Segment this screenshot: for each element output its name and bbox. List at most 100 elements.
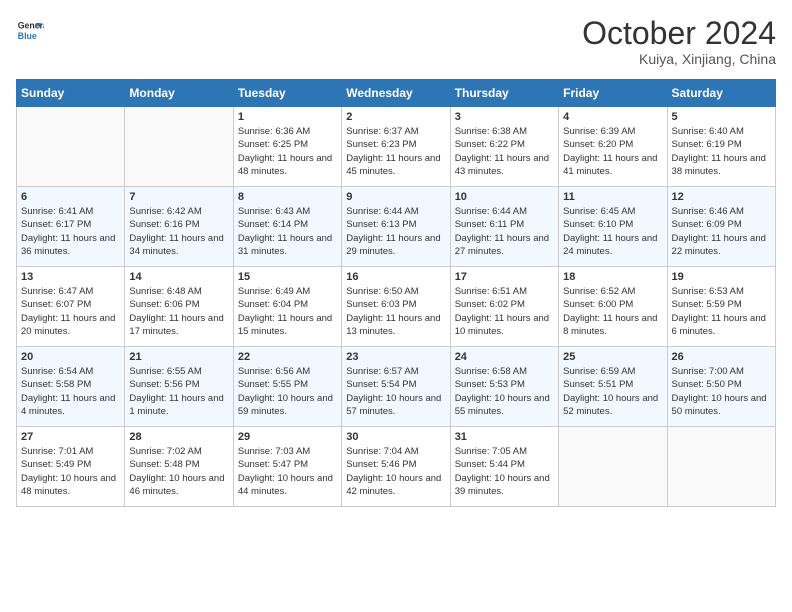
day-number: 27	[21, 431, 120, 443]
calendar-cell: 21 Sunrise: 6:55 AM Sunset: 5:56 PM Dayl…	[125, 347, 233, 427]
sunset-text: Sunset: 6:17 PM	[21, 218, 120, 231]
calendar-cell: 24 Sunrise: 6:58 AM Sunset: 5:53 PM Dayl…	[450, 347, 558, 427]
sunrise-text: Sunrise: 6:48 AM	[129, 285, 228, 298]
cell-content: Sunrise: 6:52 AM Sunset: 6:00 PM Dayligh…	[563, 285, 662, 338]
daylight-text: Daylight: 11 hours and 1 minute.	[129, 392, 228, 419]
calendar-cell: 23 Sunrise: 6:57 AM Sunset: 5:54 PM Dayl…	[342, 347, 450, 427]
sunset-text: Sunset: 5:56 PM	[129, 378, 228, 391]
daylight-text: Daylight: 10 hours and 50 minutes.	[672, 392, 771, 419]
daylight-text: Daylight: 11 hours and 8 minutes.	[563, 312, 662, 339]
daylight-text: Daylight: 11 hours and 22 minutes.	[672, 232, 771, 259]
cell-content: Sunrise: 6:53 AM Sunset: 5:59 PM Dayligh…	[672, 285, 771, 338]
daylight-text: Daylight: 10 hours and 42 minutes.	[346, 472, 445, 499]
cell-content: Sunrise: 6:49 AM Sunset: 6:04 PM Dayligh…	[238, 285, 337, 338]
sunrise-text: Sunrise: 6:37 AM	[346, 125, 445, 138]
day-number: 24	[455, 351, 554, 363]
cell-content: Sunrise: 7:05 AM Sunset: 5:44 PM Dayligh…	[455, 445, 554, 498]
sunset-text: Sunset: 6:04 PM	[238, 298, 337, 311]
calendar-cell: 31 Sunrise: 7:05 AM Sunset: 5:44 PM Dayl…	[450, 427, 558, 507]
location-subtitle: Kuiya, Xinjiang, China	[582, 51, 776, 67]
sunset-text: Sunset: 6:11 PM	[455, 218, 554, 231]
day-number: 17	[455, 271, 554, 283]
weekday-header-tuesday: Tuesday	[233, 80, 341, 107]
sunset-text: Sunset: 6:23 PM	[346, 138, 445, 151]
calendar-cell: 19 Sunrise: 6:53 AM Sunset: 5:59 PM Dayl…	[667, 267, 775, 347]
sunset-text: Sunset: 6:22 PM	[455, 138, 554, 151]
calendar-cell	[667, 427, 775, 507]
day-number: 5	[672, 111, 771, 123]
calendar-week-row: 1 Sunrise: 6:36 AM Sunset: 6:25 PM Dayli…	[17, 107, 776, 187]
sunset-text: Sunset: 6:19 PM	[672, 138, 771, 151]
calendar-cell: 13 Sunrise: 6:47 AM Sunset: 6:07 PM Dayl…	[17, 267, 125, 347]
sunset-text: Sunset: 5:49 PM	[21, 458, 120, 471]
day-number: 7	[129, 191, 228, 203]
day-number: 19	[672, 271, 771, 283]
sunrise-text: Sunrise: 6:58 AM	[455, 365, 554, 378]
cell-content: Sunrise: 6:51 AM Sunset: 6:02 PM Dayligh…	[455, 285, 554, 338]
cell-content: Sunrise: 6:59 AM Sunset: 5:51 PM Dayligh…	[563, 365, 662, 418]
daylight-text: Daylight: 10 hours and 44 minutes.	[238, 472, 337, 499]
sunset-text: Sunset: 5:53 PM	[455, 378, 554, 391]
daylight-text: Daylight: 11 hours and 20 minutes.	[21, 312, 120, 339]
daylight-text: Daylight: 11 hours and 34 minutes.	[129, 232, 228, 259]
sunrise-text: Sunrise: 6:53 AM	[672, 285, 771, 298]
weekday-header-saturday: Saturday	[667, 80, 775, 107]
cell-content: Sunrise: 6:42 AM Sunset: 6:16 PM Dayligh…	[129, 205, 228, 258]
sunset-text: Sunset: 6:16 PM	[129, 218, 228, 231]
cell-content: Sunrise: 6:57 AM Sunset: 5:54 PM Dayligh…	[346, 365, 445, 418]
daylight-text: Daylight: 11 hours and 24 minutes.	[563, 232, 662, 259]
calendar-cell: 15 Sunrise: 6:49 AM Sunset: 6:04 PM Dayl…	[233, 267, 341, 347]
sunrise-text: Sunrise: 7:04 AM	[346, 445, 445, 458]
daylight-text: Daylight: 10 hours and 48 minutes.	[21, 472, 120, 499]
logo-icon: General Blue	[16, 16, 44, 44]
day-number: 2	[346, 111, 445, 123]
day-number: 14	[129, 271, 228, 283]
weekday-header-friday: Friday	[559, 80, 667, 107]
daylight-text: Daylight: 11 hours and 15 minutes.	[238, 312, 337, 339]
cell-content: Sunrise: 6:46 AM Sunset: 6:09 PM Dayligh…	[672, 205, 771, 258]
cell-content: Sunrise: 6:54 AM Sunset: 5:58 PM Dayligh…	[21, 365, 120, 418]
cell-content: Sunrise: 7:00 AM Sunset: 5:50 PM Dayligh…	[672, 365, 771, 418]
daylight-text: Daylight: 11 hours and 29 minutes.	[346, 232, 445, 259]
calendar-cell: 20 Sunrise: 6:54 AM Sunset: 5:58 PM Dayl…	[17, 347, 125, 427]
sunset-text: Sunset: 6:09 PM	[672, 218, 771, 231]
sunrise-text: Sunrise: 6:54 AM	[21, 365, 120, 378]
sunset-text: Sunset: 6:13 PM	[346, 218, 445, 231]
sunrise-text: Sunrise: 6:50 AM	[346, 285, 445, 298]
day-number: 10	[455, 191, 554, 203]
calendar-cell: 7 Sunrise: 6:42 AM Sunset: 6:16 PM Dayli…	[125, 187, 233, 267]
cell-content: Sunrise: 6:44 AM Sunset: 6:13 PM Dayligh…	[346, 205, 445, 258]
sunset-text: Sunset: 6:10 PM	[563, 218, 662, 231]
day-number: 6	[21, 191, 120, 203]
sunrise-text: Sunrise: 6:38 AM	[455, 125, 554, 138]
cell-content: Sunrise: 7:04 AM Sunset: 5:46 PM Dayligh…	[346, 445, 445, 498]
sunrise-text: Sunrise: 6:56 AM	[238, 365, 337, 378]
sunset-text: Sunset: 5:47 PM	[238, 458, 337, 471]
weekday-header-monday: Monday	[125, 80, 233, 107]
cell-content: Sunrise: 6:37 AM Sunset: 6:23 PM Dayligh…	[346, 125, 445, 178]
calendar-cell: 11 Sunrise: 6:45 AM Sunset: 6:10 PM Dayl…	[559, 187, 667, 267]
daylight-text: Daylight: 11 hours and 27 minutes.	[455, 232, 554, 259]
daylight-text: Daylight: 11 hours and 4 minutes.	[21, 392, 120, 419]
sunrise-text: Sunrise: 6:55 AM	[129, 365, 228, 378]
sunrise-text: Sunrise: 6:46 AM	[672, 205, 771, 218]
sunset-text: Sunset: 5:55 PM	[238, 378, 337, 391]
cell-content: Sunrise: 6:56 AM Sunset: 5:55 PM Dayligh…	[238, 365, 337, 418]
day-number: 18	[563, 271, 662, 283]
day-number: 11	[563, 191, 662, 203]
sunrise-text: Sunrise: 7:02 AM	[129, 445, 228, 458]
sunset-text: Sunset: 5:50 PM	[672, 378, 771, 391]
sunset-text: Sunset: 5:51 PM	[563, 378, 662, 391]
sunrise-text: Sunrise: 6:36 AM	[238, 125, 337, 138]
sunrise-text: Sunrise: 6:42 AM	[129, 205, 228, 218]
sunrise-text: Sunrise: 6:59 AM	[563, 365, 662, 378]
sunrise-text: Sunrise: 7:03 AM	[238, 445, 337, 458]
calendar-week-row: 6 Sunrise: 6:41 AM Sunset: 6:17 PM Dayli…	[17, 187, 776, 267]
calendar-cell: 6 Sunrise: 6:41 AM Sunset: 6:17 PM Dayli…	[17, 187, 125, 267]
calendar-cell: 28 Sunrise: 7:02 AM Sunset: 5:48 PM Dayl…	[125, 427, 233, 507]
day-number: 13	[21, 271, 120, 283]
sunrise-text: Sunrise: 7:01 AM	[21, 445, 120, 458]
daylight-text: Daylight: 10 hours and 57 minutes.	[346, 392, 445, 419]
sunset-text: Sunset: 6:00 PM	[563, 298, 662, 311]
cell-content: Sunrise: 6:47 AM Sunset: 6:07 PM Dayligh…	[21, 285, 120, 338]
